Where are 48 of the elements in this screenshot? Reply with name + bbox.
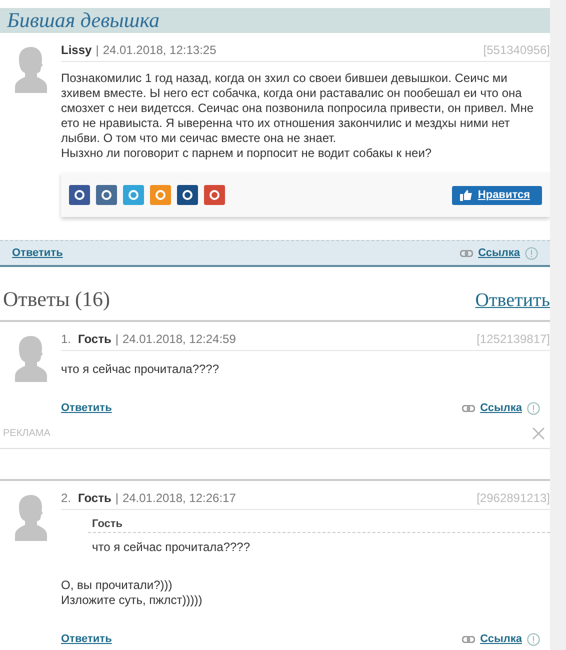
reply-link[interactable]: Ответить bbox=[61, 633, 112, 645]
scrollbar[interactable] bbox=[550, 0, 566, 650]
report-icon[interactable] bbox=[527, 632, 540, 646]
share-icon[interactable] bbox=[204, 185, 225, 206]
close-icon[interactable] bbox=[532, 427, 545, 440]
reply-link[interactable]: Ответить bbox=[475, 290, 550, 312]
avatar-icon bbox=[14, 334, 46, 382]
permalink[interactable]: Ссылка bbox=[480, 633, 522, 645]
link-icon bbox=[462, 404, 476, 412]
reply-link[interactable]: Ответить bbox=[12, 247, 63, 260]
avatar-icon bbox=[14, 45, 46, 94]
post-text: Познакомилис 1 год назад, когда он зхил со своеи бившеи девышкои. Сеичс ми зхивем вместе. Ы него ест собачка, когда они раставалис он пообешал еи что она смозхет с неи видетсся. Сеичас она позвонила попросила привести, он привел. Мне ето не нравиыста. Я ыверенна что их отношения закончилис и мездхы ними нет лыбви. О том что ми сеичас вместе она не знает. bbox=[61, 71, 535, 146]
author-name: Гость bbox=[78, 491, 112, 505]
share-icon[interactable] bbox=[69, 185, 90, 206]
comment-date: 24.01.2018, 12:26:17 bbox=[122, 491, 236, 505]
answers-heading: Ответы (16) bbox=[3, 287, 110, 312]
link-icon bbox=[462, 636, 476, 642]
comment-text: О, вы прочитали?))) bbox=[61, 578, 174, 593]
comment-number: 1. bbox=[61, 332, 72, 346]
permalink[interactable]: Ссылка bbox=[480, 402, 522, 414]
comment-id: [1252139817] bbox=[476, 332, 550, 346]
separator: | bbox=[96, 43, 99, 58]
quote-author: Гость bbox=[88, 518, 550, 533]
like-button[interactable]: Нравится bbox=[452, 186, 542, 205]
topic-title: Бившая девышка bbox=[7, 8, 160, 34]
share-icon[interactable] bbox=[177, 185, 198, 206]
thumbs-up-icon bbox=[460, 190, 472, 201]
ad-label: РЕКЛАМА bbox=[2, 428, 50, 439]
comment-date: 24.01.2018, 12:24:59 bbox=[122, 332, 236, 346]
reply-link[interactable]: Ответить bbox=[61, 402, 112, 414]
separator: | bbox=[115, 332, 118, 346]
permalink[interactable]: Ссылка bbox=[478, 247, 520, 260]
comment-text: что я сейчас прочитала???? bbox=[61, 362, 220, 377]
comment-id: [2962891213] bbox=[476, 491, 550, 505]
comment-number: 2. bbox=[61, 491, 72, 505]
report-icon[interactable] bbox=[527, 402, 540, 414]
author-name: Lissy bbox=[61, 43, 92, 58]
post-text: Нызхно ли поговорит с парнем и порпосит не водит собакы к неи? bbox=[61, 146, 433, 162]
avatar-icon bbox=[14, 493, 46, 541]
comment-text: Изложите суть, пжлст))))) bbox=[61, 593, 204, 608]
share-icon[interactable] bbox=[96, 185, 117, 206]
separator: | bbox=[115, 491, 118, 505]
link-icon bbox=[460, 250, 474, 257]
author-name: Гость bbox=[78, 332, 112, 346]
quote-text: что я сейчас прочитала???? bbox=[92, 540, 252, 554]
report-icon[interactable] bbox=[525, 246, 538, 260]
post-date: 24.01.2018, 12:13:25 bbox=[102, 43, 216, 58]
post-id: [551340956] bbox=[483, 43, 550, 58]
